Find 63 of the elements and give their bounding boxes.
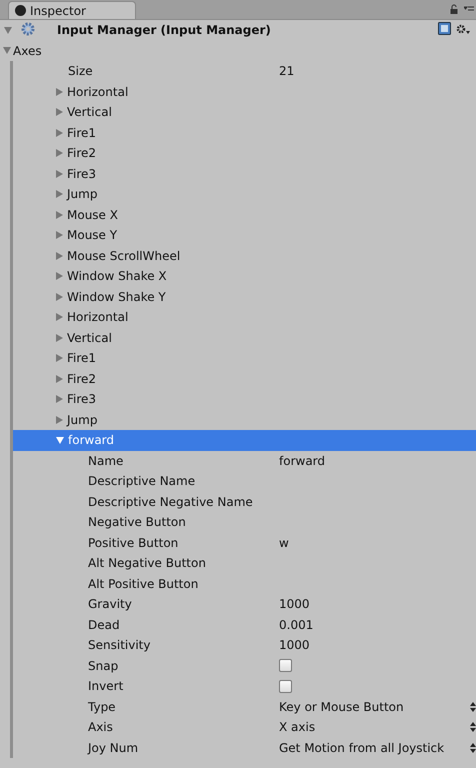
field-value[interactable]: w <box>279 536 289 550</box>
field-label: Positive Button <box>88 536 178 550</box>
axis-row[interactable]: Fire1 <box>13 348 476 368</box>
axis-row[interactable]: Mouse X <box>13 204 476 225</box>
field-label: Alt Positive Button <box>88 576 198 591</box>
axis-row[interactable]: Window Shake X <box>13 266 476 286</box>
field-value[interactable]: 1000 <box>279 597 310 612</box>
axes-label: Axes <box>13 44 42 58</box>
axis-label: Fire2 <box>67 146 96 160</box>
inspector-tab[interactable]: Inspector <box>8 1 136 19</box>
field-value[interactable]: forward <box>279 454 326 468</box>
axis-label: forward <box>68 433 114 448</box>
field-label: Sensitivity <box>88 638 150 652</box>
field-label: Name <box>88 454 124 468</box>
field-label: Negative Button <box>88 515 186 530</box>
axis-label: Window Shake X <box>67 269 167 284</box>
axis-label: Vertical <box>67 330 112 345</box>
dropdown-value[interactable]: Key or Mouse Button <box>279 700 404 714</box>
field-label: Axis <box>88 720 113 734</box>
dropdown-value[interactable]: Get Motion from all Joystick <box>279 740 444 755</box>
axis-label: Jump <box>67 187 98 202</box>
field-value[interactable]: 0.001 <box>279 618 314 632</box>
field-label: Invert <box>88 679 124 694</box>
axis-row[interactable]: Horizontal <box>13 307 476 328</box>
field-label: Gravity <box>88 597 132 612</box>
component-title: Input Manager (Input Manager) <box>57 23 271 38</box>
axis-row[interactable]: Vertical <box>13 328 476 348</box>
axis-row[interactable]: Fire3 <box>13 389 476 410</box>
size-value[interactable]: 21 <box>279 64 294 78</box>
axis-label: Window Shake Y <box>67 290 166 304</box>
axis-label: Horizontal <box>67 310 128 324</box>
field-label: Type <box>88 700 116 714</box>
axis-row[interactable]: Fire2 <box>13 368 476 389</box>
axis-row[interactable]: Fire3 <box>13 164 476 184</box>
field-label: Descriptive Name <box>88 474 196 488</box>
axis-label: Fire3 <box>67 166 96 181</box>
field-label: Snap <box>88 658 118 673</box>
axis-label: Mouse Y <box>67 228 118 242</box>
axis-row[interactable]: Mouse Y <box>13 225 476 246</box>
axis-row[interactable]: forward <box>13 430 476 450</box>
axis-row[interactable]: Window Shake Y <box>13 286 476 307</box>
axis-row[interactable]: Horizontal <box>13 82 476 102</box>
dropdown-value[interactable]: X axis <box>279 720 316 734</box>
axis-label: Horizontal <box>67 84 128 99</box>
axis-row[interactable]: Vertical <box>13 102 476 122</box>
axis-label: Fire2 <box>67 372 96 386</box>
axis-label: Vertical <box>67 105 112 120</box>
field-label: Alt Negative Button <box>88 556 206 570</box>
axis-row[interactable]: Fire2 <box>13 143 476 164</box>
axis-row[interactable]: Jump <box>13 184 476 204</box>
axis-label: Fire1 <box>67 351 96 366</box>
axis-row[interactable]: Fire1 <box>13 122 476 143</box>
field-label: Descriptive Negative Name <box>88 494 253 509</box>
axis-label: Fire1 <box>67 126 96 140</box>
axis-label: Mouse X <box>67 208 118 222</box>
axis-label: Fire3 <box>67 392 96 406</box>
axis-label: Mouse ScrollWheel <box>67 248 180 263</box>
field-label: Joy Num <box>88 740 138 755</box>
axis-row[interactable]: Mouse ScrollWheel <box>13 246 476 266</box>
size-label: Size <box>68 64 93 78</box>
field-value[interactable]: 1000 <box>279 638 310 652</box>
axis-label: Jump <box>67 412 98 427</box>
field-label: Dead <box>88 618 120 632</box>
